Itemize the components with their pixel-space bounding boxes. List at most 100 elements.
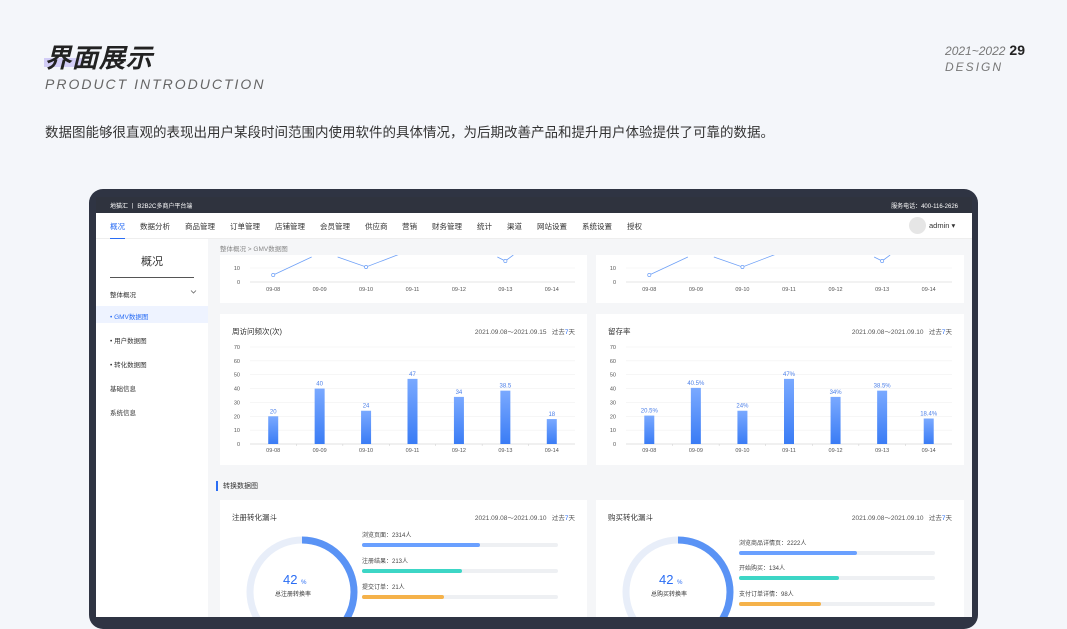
period-prefix: 过去 — [551, 515, 565, 522]
nav-item-stores[interactable]: 店铺管理 — [275, 221, 305, 232]
x-tick-label: 09-11 — [406, 287, 420, 293]
ring-label: 总购买转换率 — [651, 592, 688, 598]
funnel-row-label: 浏览页面：2314人 — [362, 533, 412, 539]
line-point — [740, 265, 745, 269]
ring-value-number: 42 — [283, 572, 298, 587]
line-point — [271, 273, 276, 277]
funnel-row-track — [362, 569, 558, 573]
funnel-card-purchase: 购买转化漏斗 2021.09.08～2021.09.10 过去7天 42 % 总… — [596, 500, 964, 617]
date-range: 2021.09.08～2021.09.10 — [851, 515, 924, 522]
sidebar-title: 概况 — [141, 256, 163, 268]
x-tick-label: 09-08 — [642, 287, 656, 293]
nav-item-overview[interactable]: 概况 — [110, 221, 125, 240]
bar-value-label: 20.5% — [641, 409, 659, 415]
bar — [546, 419, 557, 444]
funnel-card-register: 注册转化漏斗 2021.09.08～2021.09.10 过去7天 42 % 总… — [220, 500, 587, 617]
line-point — [503, 259, 508, 263]
x-tick-label: 09-13 — [875, 448, 889, 454]
sidebar-item-conversion[interactable]: • 转化数据图 — [110, 359, 147, 369]
sidebar-item-basic-info[interactable]: 基础信息 — [110, 383, 136, 393]
nav-item-channels[interactable]: 渠道 — [507, 221, 522, 232]
brand-label: 地猫汇 丨 B2B2C多商户平台端 — [110, 204, 193, 210]
funnel-row-track — [362, 543, 558, 547]
funnel-title: 注册转化漏斗 — [232, 513, 277, 522]
nav-item-finance[interactable]: 财务管理 — [432, 221, 462, 232]
y-tick-label: 0 — [237, 442, 240, 448]
ring-value: 42 % — [283, 572, 306, 587]
x-tick-label: 09-13 — [875, 287, 889, 293]
y-tick-label: 50 — [234, 373, 240, 379]
x-tick-label: 09-09 — [689, 287, 703, 293]
section-title: 转换数据图 — [216, 481, 258, 491]
y-tick-label: 0 — [237, 280, 240, 286]
line-series — [273, 252, 514, 276]
x-tick-label: 09-11 — [782, 287, 796, 293]
divider — [110, 277, 194, 278]
x-tick-label: 09-08 — [642, 448, 656, 454]
nav-item-suppliers[interactable]: 供应商 — [365, 221, 388, 232]
y-tick-label: 40 — [234, 387, 240, 393]
funnel-row-track — [739, 602, 935, 606]
y-tick-label: 30 — [234, 400, 240, 406]
ring-value-unit: % — [301, 580, 307, 586]
y-tick-label: 60 — [234, 359, 240, 365]
period-suffix: 天 — [568, 515, 576, 522]
nav-item-orders[interactable]: 订单管理 — [230, 221, 260, 232]
x-tick-label: 09-11 — [782, 448, 796, 454]
bar-value-label: 38.5 — [500, 384, 512, 390]
y-tick-label: 10 — [234, 266, 240, 272]
sidebar-group-overall[interactable]: 整体概况 — [110, 289, 136, 299]
y-tick-label: 60 — [610, 359, 616, 365]
x-tick-label: 09-10 — [359, 287, 373, 293]
nav-item-site-settings[interactable]: 网站设置 — [537, 221, 567, 232]
funnel-row-bar — [739, 576, 839, 580]
line-point — [880, 259, 885, 263]
funnel-row-label: 浏览商品详情页：2222人 — [739, 541, 807, 547]
sidebar-item-system-info[interactable]: 系统信息 — [110, 407, 136, 417]
breadcrumb[interactable]: 整体概况 > GMV数据图 — [220, 243, 288, 253]
x-tick-label: 09-10 — [735, 448, 749, 454]
x-tick-label: 09-08 — [266, 287, 280, 293]
funnel-row-track — [739, 551, 935, 555]
user-menu[interactable]: admin ▾ — [929, 221, 955, 230]
chevron-down-icon[interactable] — [190, 289, 197, 295]
x-tick-label: 09-09 — [313, 287, 327, 293]
sidebar-item-users[interactable]: • 用户数据图 — [110, 335, 147, 345]
funnel-row-bar — [362, 595, 445, 599]
x-tick-label: 09-14 — [545, 287, 559, 293]
nav-item-analysis[interactable]: 数据分析 — [140, 221, 170, 232]
bar-value-label: 18.4% — [920, 412, 938, 418]
line-chart-right: 10 0 09-08 09-09 09-10 09-11 09-12 09-13 09-14 — [610, 252, 952, 293]
nav-item-members[interactable]: 会员管理 — [320, 221, 350, 232]
nav-item-marketing[interactable]: 营销 — [402, 221, 417, 232]
y-tick-label: 30 — [610, 400, 616, 406]
nav-item-license[interactable]: 授权 — [627, 221, 642, 232]
sidebar-item-gmv[interactable]: • GMV数据图 — [110, 311, 148, 321]
funnel-row-label: 开始购买：134人 — [739, 566, 786, 572]
y-tick-label: 70 — [610, 345, 616, 351]
slide-year-block: 2021~2022 29 DESIGN — [945, 42, 1025, 74]
x-tick-label: 09-12 — [829, 448, 843, 454]
nav-item-stats[interactable]: 统计 — [477, 221, 492, 232]
funnel-date-range: 2021.09.08～2021.09.10 过去7天 — [852, 512, 952, 522]
slide-description: 数据图能够很直观的表现出用户某段时间范围内使用软件的具体情况，为后期改善产品和提… — [45, 125, 774, 140]
bar — [314, 388, 325, 444]
funnel-row-track — [739, 576, 935, 580]
date-range: 2021.09.08～2021.09.10 — [474, 515, 547, 522]
line-point — [364, 265, 369, 269]
bar-value-label: 47 — [409, 372, 416, 378]
y-tick-label: 50 — [610, 373, 616, 379]
funnel-row-bar — [739, 551, 857, 555]
y-tick-label: 0 — [613, 442, 616, 448]
nav-item-system-settings[interactable]: 系统设置 — [582, 221, 612, 232]
x-tick-label: 09-13 — [498, 287, 512, 293]
ring-label: 总注册转换率 — [275, 592, 312, 598]
nav-item-products[interactable]: 商品管理 — [185, 221, 215, 232]
funnel-row-label: 注册结果：213人 — [362, 559, 409, 565]
line-point — [647, 273, 652, 277]
y-tick-label: 10 — [234, 428, 240, 434]
x-tick-label: 09-14 — [545, 448, 559, 454]
funnel-row-label: 支付订单详情：98人 — [739, 592, 794, 598]
avatar[interactable] — [909, 217, 926, 234]
y-tick-label: 20 — [610, 414, 616, 420]
